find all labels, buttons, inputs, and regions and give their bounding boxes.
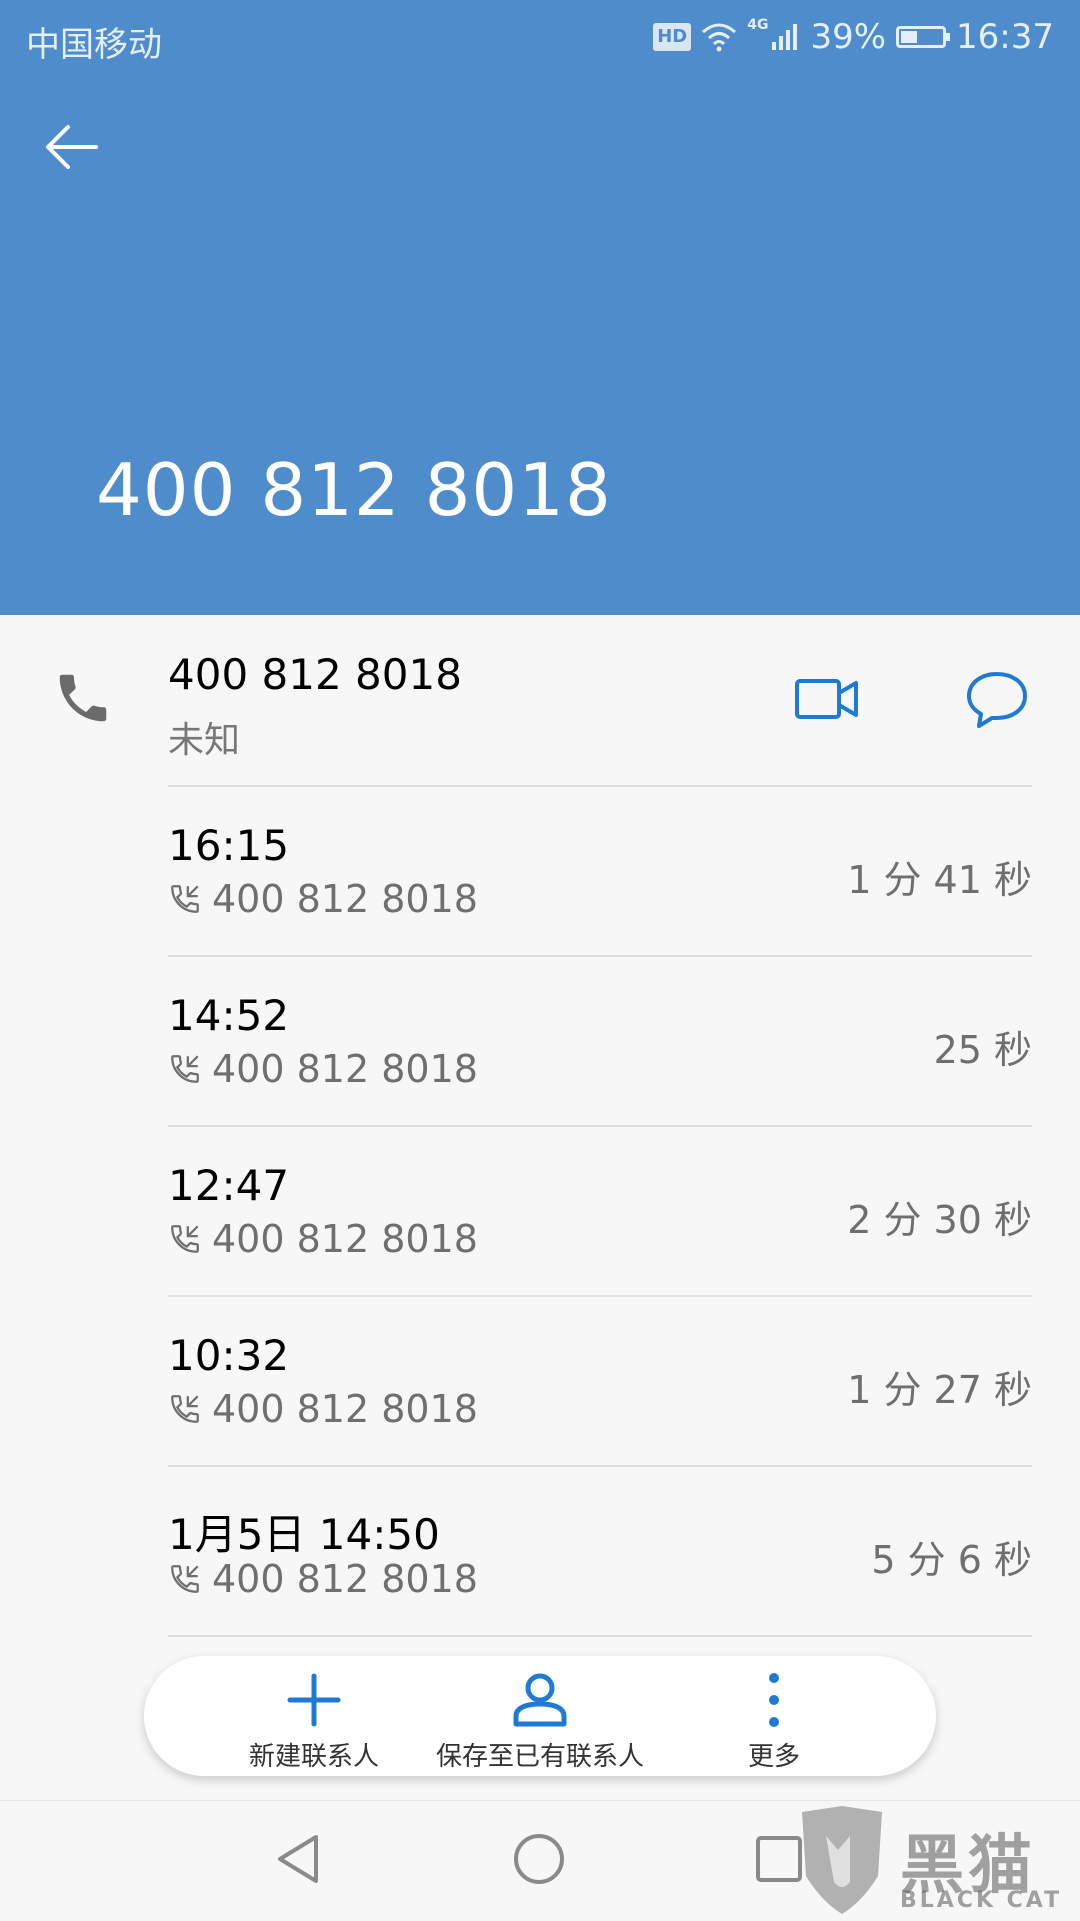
new-contact-button[interactable]: 新建联系人 — [184, 1656, 444, 1776]
call-duration: 25 秒 — [933, 1028, 1032, 1072]
back-arrow-icon[interactable] — [40, 115, 104, 179]
call-time: 12:47 — [168, 1161, 290, 1210]
hd-badge: HD — [653, 23, 692, 51]
call-duration: 1 分 27 秒 — [847, 1368, 1032, 1412]
watermark-logo: 黑猫 BLACK CAT — [792, 1800, 1072, 1920]
home-circle-icon[interactable] — [512, 1832, 566, 1886]
clock: 16:37 — [956, 17, 1054, 57]
call-info: 400 812 8018 — [168, 1557, 478, 1601]
header: 中国移动 HD 4G 39% 16:37 400 812 8018 — [0, 0, 1080, 615]
more-button[interactable]: 更多 — [644, 1656, 904, 1776]
call-duration: 2 分 30 秒 — [847, 1198, 1032, 1242]
call-time: 1月5日 14:50 — [168, 1510, 440, 1559]
more-label: 更多 — [747, 1742, 800, 1772]
contact-row[interactable]: 400 812 8018 未知 — [0, 615, 1080, 785]
call-time: 10:32 — [168, 1331, 290, 1380]
battery-icon — [896, 26, 951, 48]
more-vertical-icon — [769, 1673, 779, 1727]
black-cat-logo-icon — [802, 1806, 882, 1914]
person-icon — [513, 1673, 567, 1727]
incoming-call-icon — [171, 1565, 199, 1593]
call-time: 14:52 — [168, 991, 290, 1040]
phone-icon[interactable] — [52, 667, 114, 729]
call-row[interactable]: 1月5日 14:50 400 812 8018 5 分 6 秒 — [0, 1465, 1080, 1635]
call-number: 400 812 8018 — [212, 1387, 478, 1431]
action-bar: 新建联系人 保存至已有联系人 更多 — [144, 1656, 936, 1776]
back-triangle-icon[interactable] — [272, 1831, 322, 1887]
save-to-existing-label: 保存至已有联系人 — [435, 1742, 644, 1772]
status-icons: HD 4G 39% 16:37 — [653, 14, 1054, 60]
video-call-icon[interactable] — [794, 675, 860, 723]
contact-type: 未知 — [168, 720, 241, 761]
message-icon[interactable] — [965, 670, 1029, 730]
call-duration: 1 分 41 秒 — [847, 858, 1032, 902]
wifi-icon — [702, 23, 737, 52]
call-number: 400 812 8018 — [212, 1217, 478, 1261]
call-row[interactable]: 10:32 400 812 8018 1 分 27 秒 — [0, 1295, 1080, 1465]
incoming-call-icon — [171, 1055, 199, 1083]
new-contact-label: 新建联系人 — [248, 1742, 379, 1772]
contact-number: 400 812 8018 — [168, 650, 462, 699]
status-bar: 中国移动 HD 4G 39% 16:37 — [0, 0, 1080, 76]
call-time: 16:15 — [168, 821, 290, 870]
carrier-label: 中国移动 — [26, 25, 162, 65]
call-info: 400 812 8018 — [168, 877, 478, 921]
incoming-call-icon — [171, 885, 199, 913]
divider — [168, 1635, 1032, 1637]
call-info: 400 812 8018 — [168, 1047, 478, 1091]
call-info: 400 812 8018 — [168, 1217, 478, 1261]
signal-icon — [772, 24, 798, 50]
plus-icon — [287, 1673, 341, 1727]
incoming-call-icon — [171, 1395, 199, 1423]
call-row[interactable]: 16:15 400 812 8018 1 分 41 秒 — [0, 785, 1080, 955]
incoming-call-icon — [171, 1225, 199, 1253]
call-number: 400 812 8018 — [212, 1047, 478, 1091]
watermark-subtext: BLACK CAT — [900, 1888, 1063, 1913]
call-number: 400 812 8018 — [212, 1557, 478, 1601]
save-to-existing-button[interactable]: 保存至已有联系人 — [410, 1656, 670, 1776]
call-number: 400 812 8018 — [212, 877, 478, 921]
call-duration: 5 分 6 秒 — [871, 1538, 1032, 1582]
call-row[interactable]: 12:47 400 812 8018 2 分 30 秒 — [0, 1125, 1080, 1295]
network-type: 4G — [747, 17, 769, 33]
call-row[interactable]: 14:52 400 812 8018 25 秒 — [0, 955, 1080, 1125]
page-title: 400 812 8018 — [96, 448, 612, 532]
battery-percent: 39% — [810, 17, 887, 57]
call-info: 400 812 8018 — [168, 1387, 478, 1431]
